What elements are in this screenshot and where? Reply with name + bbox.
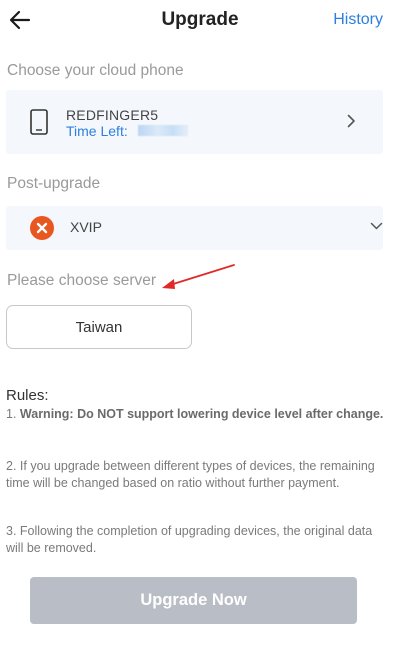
choose-server-label: Please choose server bbox=[7, 272, 157, 289]
chevron-right-icon bbox=[347, 114, 355, 128]
header: Upgrade History bbox=[0, 0, 400, 42]
rule-3: 3. Following the completion of upgrading… bbox=[6, 524, 373, 555]
upgrade-page: Upgrade History Choose your cloud phone … bbox=[0, 0, 400, 646]
time-left-label: Time Left: bbox=[66, 123, 128, 139]
phone-icon bbox=[30, 109, 48, 135]
history-link[interactable]: History bbox=[333, 11, 383, 29]
level-value: XVIP bbox=[70, 219, 102, 235]
level-dropdown[interactable]: XVIP bbox=[6, 206, 383, 250]
chevron-down-icon bbox=[370, 222, 383, 230]
time-left-value-redacted bbox=[138, 125, 188, 136]
rules-title: Rules: bbox=[6, 387, 49, 404]
post-upgrade-label: Post-upgrade bbox=[7, 175, 101, 192]
choose-phone-label: Choose your cloud phone bbox=[7, 62, 184, 79]
rule-2: 2. If you upgrade between different type… bbox=[6, 459, 375, 490]
upgrade-now-button[interactable]: Upgrade Now bbox=[30, 577, 357, 624]
rule-1: 1. Warning: Do NOT support lowering devi… bbox=[6, 407, 384, 421]
server-option-button[interactable]: Taiwan bbox=[6, 305, 192, 349]
xvip-badge-icon bbox=[30, 216, 54, 240]
phone-name: REDFINGER5 bbox=[66, 107, 159, 123]
rule-1-warning: Warning: Do NOT support lowering device … bbox=[19, 407, 384, 421]
red-arrow-annotation bbox=[162, 264, 235, 289]
cloud-phone-selector[interactable]: REDFINGER5 Time Left: bbox=[6, 90, 383, 154]
